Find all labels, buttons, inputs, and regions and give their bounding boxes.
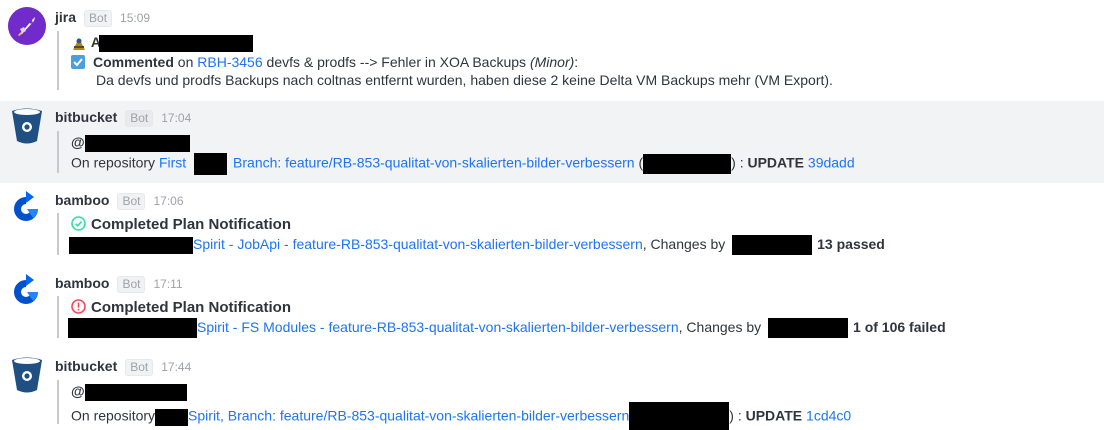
colon: : — [574, 54, 579, 70]
redacted-user — [84, 134, 190, 152]
update-label: UPDATE — [747, 154, 805, 171]
redacted-reporter — [99, 34, 254, 52]
timestamp[interactable]: 17:11 — [153, 277, 182, 291]
error-circle-icon — [71, 299, 86, 314]
changes-by: , Changes by — [678, 319, 766, 335]
at-sign: @ — [71, 383, 85, 399]
issue-key-link[interactable]: RBH-3456 — [197, 54, 262, 70]
issue-title: devfs & prodfs --> Fehler in XOA Backups — [262, 54, 530, 70]
on-word: on — [177, 54, 194, 70]
check-circle-icon — [71, 216, 86, 231]
redacted-repo — [155, 408, 189, 426]
paren-close: ) : — [729, 407, 746, 424]
bot-badge: Bot — [125, 359, 154, 376]
message-bamboo-1711: bamboo Bot 17:11 Completed Plan Notifica… — [0, 267, 1104, 350]
redacted-project — [68, 318, 197, 339]
message-bamboo-1706: bamboo Bot 17:06 Completed Plan Notifica… — [0, 184, 1104, 267]
attachment: @ On repository First Branch: feature/RB… — [57, 131, 957, 175]
rocket-avatar-icon[interactable] — [8, 7, 46, 45]
redacted-repo — [194, 153, 228, 175]
commit-link[interactable]: 39dadd — [808, 155, 855, 171]
redacted-committer — [768, 318, 849, 339]
timestamp[interactable]: 17:06 — [153, 194, 183, 208]
redacted-committer — [732, 235, 813, 256]
redacted-user — [84, 383, 187, 401]
branch-link[interactable]: Branch: feature/RB-853-qualitat-von-skal… — [233, 155, 635, 171]
redacted-author — [629, 402, 730, 430]
changes-by: , Changes by — [642, 236, 730, 252]
username[interactable]: bamboo — [55, 192, 109, 208]
reporter-avatar-icon — [71, 35, 87, 52]
paren-close: ) : — [731, 154, 748, 171]
bot-badge: Bot — [84, 10, 113, 27]
bot-badge: Bot — [125, 110, 154, 127]
repository-link[interactable]: Spirit, — [188, 408, 228, 424]
username[interactable]: bitbucket — [55, 358, 117, 374]
checkbox-icon — [71, 55, 85, 69]
at-sign: @ — [71, 134, 85, 150]
attachment: Completed Plan Notification Spirit - Job… — [57, 213, 957, 256]
username[interactable]: jira — [55, 9, 76, 25]
attachment: A Commented on RBH-3456 devfs & prodfs -… — [57, 31, 957, 90]
bot-badge: Bot — [117, 193, 146, 210]
attachment: Completed Plan Notification Spirit - FS … — [57, 296, 957, 339]
build-result: 1 of 106 failed — [853, 319, 946, 335]
timestamp[interactable]: 17:44 — [161, 360, 191, 374]
bot-badge: Bot — [117, 276, 146, 293]
message-bitbucket-1704: bitbucket Bot 17:04 @ On repository Firs… — [0, 101, 1104, 183]
redacted-author — [643, 154, 732, 174]
repo-prefix: On repository — [71, 154, 159, 171]
timestamp[interactable]: 15:09 — [120, 11, 150, 25]
timestamp[interactable]: 17:04 — [161, 111, 191, 125]
notification-title: Completed Plan Notification — [91, 216, 292, 233]
bamboo-avatar-icon[interactable] — [10, 272, 42, 310]
action-label: Commented — [93, 54, 174, 70]
bitbucket-bucket-icon[interactable] — [10, 107, 44, 145]
build-result: 13 passed — [817, 236, 885, 252]
comment-text: Da devfs und prodfs Backups nach coltnas… — [96, 72, 833, 88]
repo-prefix: On repository — [71, 407, 156, 424]
username[interactable]: bamboo — [55, 275, 109, 291]
bamboo-avatar-icon[interactable] — [10, 189, 42, 227]
commit-link[interactable]: 1cd4c0 — [806, 408, 851, 424]
branch-link[interactable]: Branch: feature/RB-853-qualitat-von-skal… — [228, 408, 630, 424]
message-jira-1509: jira Bot 15:09 A Commented on RBH-3456 d… — [0, 0, 1104, 100]
attachment: @ On repository Spirit, Branch: feature/R… — [57, 380, 957, 430]
plan-link[interactable]: Spirit - FS Modules - feature-RB-853-qua… — [197, 319, 679, 335]
redacted-project — [69, 236, 193, 254]
bitbucket-bucket-icon[interactable] — [10, 356, 44, 394]
update-label: UPDATE — [745, 407, 803, 424]
notification-title: Completed Plan Notification — [91, 299, 292, 316]
username[interactable]: bitbucket — [55, 109, 117, 125]
paren-open: ( — [634, 154, 644, 171]
message-bitbucket-1744: bitbucket Bot 17:44 @ On repository Spiri… — [0, 350, 1104, 430]
plan-link[interactable]: Spirit - JobApi - feature-RB-853-qualita… — [193, 236, 643, 252]
issue-priority: (Minor) — [529, 54, 575, 70]
repository-link[interactable]: First — [159, 155, 190, 171]
